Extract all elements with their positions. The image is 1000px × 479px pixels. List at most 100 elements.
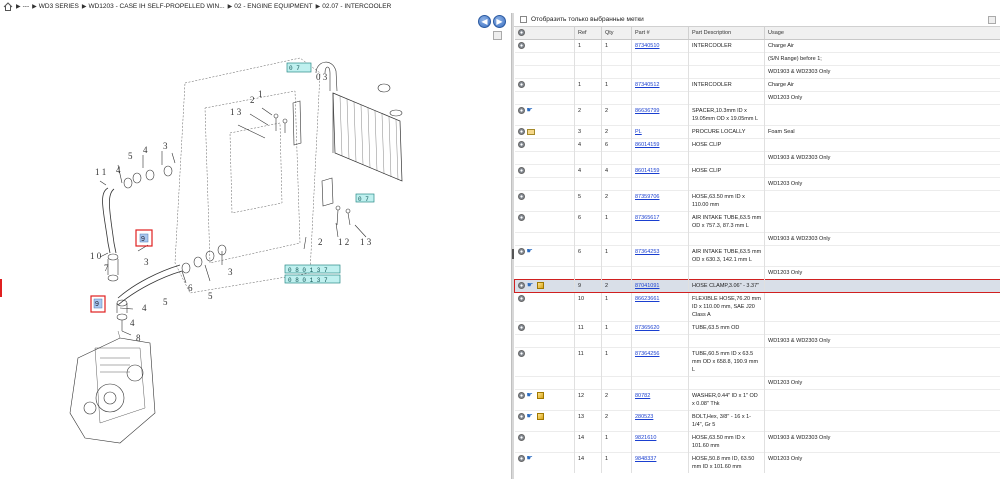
part-number-link[interactable]: 87041091 [635, 283, 659, 289]
kit-cube-icon[interactable] [537, 281, 544, 289]
kit-cube-icon[interactable] [536, 391, 544, 399]
table-row[interactable]: 11 1 87365620 TUBE,63.5 mm OD [514, 320, 1000, 334]
table-row[interactable]: 1 1 87340510 INTERCOOLER Charge Air [514, 38, 1000, 52]
part-number-link[interactable]: 280523 [635, 414, 653, 420]
gear-icon[interactable] [517, 247, 525, 255]
part-number-link[interactable]: 87340512 [635, 82, 659, 88]
table-row[interactable]: 5 2 87359706 HOSE,63.50 mm ID x 110.00 mm [514, 189, 1000, 211]
gear-icon[interactable] [517, 127, 525, 135]
table-row[interactable]: ☛ 12 2 80782 WASHER,0.44" ID x 1" OD x 0.08"… [514, 388, 1000, 410]
col-header-qty[interactable]: Qty [601, 27, 632, 40]
table-row[interactable]: WD1903 & WD2303 Only [514, 333, 1000, 347]
gear-icon[interactable] [517, 140, 525, 148]
cell-ref: 11 [574, 320, 602, 334]
table-row[interactable]: WD1903 & WD2303 Only [514, 64, 1000, 78]
row-icons [514, 51, 575, 65]
table-row[interactable]: WD1203 Only [514, 90, 1000, 104]
note-icon[interactable] [526, 128, 535, 135]
col-header-ref[interactable]: Ref [574, 27, 602, 40]
breadcrumb-item[interactable]: WD3 SERIES [39, 3, 79, 10]
part-number-link[interactable]: 87340510 [635, 43, 659, 49]
gear-icon[interactable] [517, 349, 525, 357]
part-number-link[interactable]: 87364253 [635, 249, 659, 255]
gear-icon[interactable] [517, 213, 525, 221]
svg-text:9: 9 [95, 301, 99, 308]
table-row[interactable]: WD1903 & WD2303 Only [514, 231, 1000, 245]
table-row[interactable]: WD1203 Only [514, 265, 1000, 279]
table-row[interactable]: 1 1 87340512 INTERCOOLER Charge Air [514, 77, 1000, 91]
gear-icon[interactable] [517, 391, 525, 399]
gear-icon[interactable] [517, 433, 525, 441]
svg-text:5: 5 [163, 297, 168, 307]
cell-usage: Foam Seal [764, 124, 1000, 138]
breadcrumb-item[interactable]: 02 - ENGINE EQUIPMENT [234, 3, 312, 10]
hand-pointer-icon[interactable]: ☛ [527, 248, 535, 255]
hand-pointer-icon[interactable]: ☛ [527, 282, 535, 289]
cell-part-number: 9821610 [631, 430, 689, 452]
cell-qty [601, 90, 632, 104]
kit-cube-icon[interactable] [536, 412, 544, 420]
part-number-link[interactable]: 87365617 [635, 215, 659, 221]
table-row[interactable]: WD1903 & WD2303 Only [514, 150, 1000, 164]
gear-icon[interactable] [517, 41, 525, 49]
list-options-button[interactable] [988, 16, 996, 24]
table-row[interactable]: 6 1 87365617 AIR INTAKE TUBE,63.5 mm OD x 7… [514, 210, 1000, 232]
svg-text:2: 2 [250, 95, 255, 105]
breadcrumb-item[interactable]: WD1203 - CASE IH SELF-PROPELLED WIN... [88, 3, 224, 10]
col-header-description[interactable]: Part Description [688, 27, 765, 40]
cell-qty: 2 [601, 189, 632, 211]
gear-icon[interactable] [517, 29, 525, 37]
part-number-link[interactable]: 87359706 [635, 194, 659, 200]
part-number-link[interactable]: 87364256 [635, 351, 659, 357]
cell-description: AIR INTAKE TUBE,63.5 mm OD x 630.3, 142.… [688, 244, 765, 266]
table-row[interactable]: WD1203 Only [514, 176, 1000, 190]
svg-text:1 2: 1 2 [338, 237, 349, 247]
gear-icon[interactable] [517, 412, 525, 420]
table-row[interactable]: (S/N Range) before 1; [514, 51, 1000, 65]
col-header-part[interactable]: Part # [631, 27, 689, 40]
col-header-usage[interactable]: Usage [764, 27, 1000, 40]
table-row[interactable]: ☛ 2 2 86636799 SPACER,10.3mm ID x 19.05mm OD… [514, 103, 1000, 125]
table-row[interactable]: 11 1 87364256 TUBE,60.5 mm ID x 63.5 mm OD … [514, 346, 1000, 376]
cell-ref: 14 [574, 430, 602, 452]
hand-pointer-icon[interactable]: ☛ [527, 413, 535, 420]
table-row[interactable]: 14 1 9821610 HOSE,63.50 mm ID x 101.60 mm WD… [514, 430, 1000, 452]
hand-pointer-icon[interactable]: ☛ [527, 455, 535, 462]
table-row[interactable]: 3 2 PL PROCURE LOCALLY Foam Seal [514, 124, 1000, 138]
table-row[interactable]: ☛ 14 1 9848337 HOSE,50.8 mm ID, 63.50 mm ID … [514, 451, 1000, 473]
part-number-link[interactable]: 86014159 [635, 168, 659, 174]
gear-icon[interactable] [517, 323, 525, 331]
cell-ref: 4 [574, 163, 602, 177]
hand-pointer-icon[interactable]: ☛ [527, 392, 535, 399]
diagram-pane[interactable]: ◀ ▶ 1 2 1 3 2 1 2 1 3 5 4 3 1 1 1 0 7 4 … [0, 13, 511, 479]
breadcrumb-item[interactable]: 02.07 - INTERCOOLER [322, 3, 391, 10]
gear-icon[interactable] [517, 294, 525, 302]
part-number-link[interactable]: 86623661 [635, 296, 659, 302]
table-row[interactable]: 10 1 86623661 FLEXIBLE HOSE,76.20 mm ID x 1… [514, 291, 1000, 321]
part-number-link[interactable]: 9848337 [635, 456, 656, 462]
gear-icon[interactable] [518, 281, 525, 289]
table-row-selected[interactable]: ☛ 9 2 87041091 HOSE CLAMP,3.06" - 3.37" [514, 278, 1000, 293]
gear-icon[interactable] [517, 454, 525, 462]
part-number-link[interactable]: 9821610 [635, 435, 656, 441]
part-number-link[interactable]: 86636799 [635, 108, 659, 114]
show-selected-only-checkbox[interactable] [520, 16, 527, 23]
gear-icon[interactable] [517, 106, 525, 114]
table-row[interactable]: ☛ 13 2 280523 BOLT,Hex, 3/8" - 16 x 1-1/4", … [514, 409, 1000, 431]
gear-icon[interactable] [517, 166, 525, 174]
cell-ref [574, 176, 602, 190]
gear-icon[interactable] [517, 192, 525, 200]
table-row[interactable]: 4 6 86014159 HOSE CLIP [514, 137, 1000, 151]
part-number-link[interactable]: PL [635, 129, 642, 135]
cell-part-number [631, 375, 689, 389]
hand-pointer-icon[interactable]: ☛ [527, 107, 535, 114]
table-row[interactable]: ☛ 6 1 87364253 AIR INTAKE TUBE,63.5 mm OD x … [514, 244, 1000, 266]
gear-icon[interactable] [517, 80, 525, 88]
part-number-link[interactable]: 86014159 [635, 142, 659, 148]
breadcrumb-item[interactable]: --- [23, 3, 30, 10]
home-icon[interactable] [3, 2, 13, 11]
part-number-link[interactable]: 87365620 [635, 325, 659, 331]
table-row[interactable]: WD1203 Only [514, 375, 1000, 389]
table-row[interactable]: 4 4 86014159 HOSE CLIP [514, 163, 1000, 177]
part-number-link[interactable]: 80782 [635, 393, 650, 399]
